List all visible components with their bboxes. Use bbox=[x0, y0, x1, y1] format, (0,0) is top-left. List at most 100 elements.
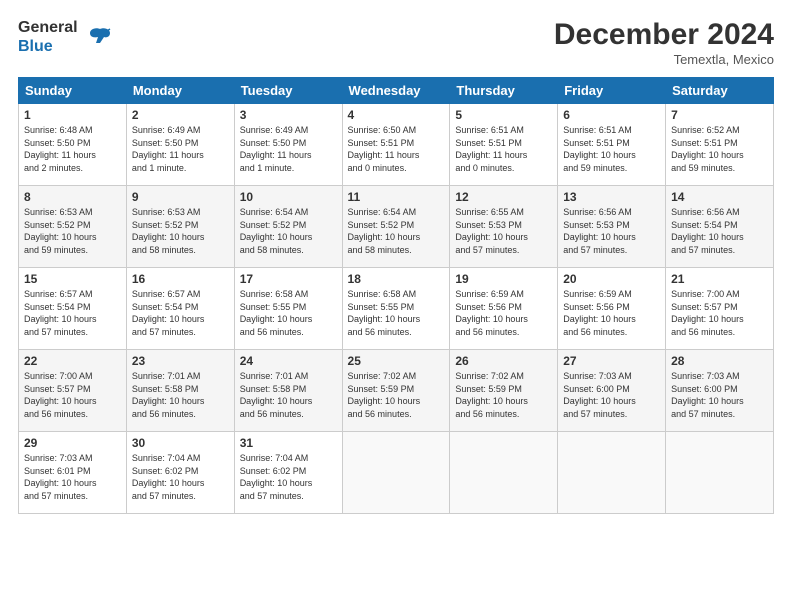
day-info: Sunrise: 7:03 AM Sunset: 6:00 PM Dayligh… bbox=[563, 370, 660, 420]
day-number: 3 bbox=[240, 108, 337, 122]
calendar-cell: 21 Sunrise: 7:00 AM Sunset: 5:57 PM Dayli… bbox=[666, 268, 774, 350]
day-info: Sunrise: 6:48 AM Sunset: 5:50 PM Dayligh… bbox=[24, 124, 121, 174]
calendar-cell: 31 Sunrise: 7:04 AM Sunset: 6:02 PM Dayli… bbox=[234, 432, 342, 514]
day-number: 15 bbox=[24, 272, 121, 286]
day-number: 19 bbox=[455, 272, 552, 286]
calendar-cell bbox=[450, 432, 558, 514]
calendar-cell bbox=[342, 432, 450, 514]
day-number: 6 bbox=[563, 108, 660, 122]
day-number: 31 bbox=[240, 436, 337, 450]
day-info: Sunrise: 6:58 AM Sunset: 5:55 PM Dayligh… bbox=[240, 288, 337, 338]
day-info: Sunrise: 7:04 AM Sunset: 6:02 PM Dayligh… bbox=[132, 452, 229, 502]
day-number: 8 bbox=[24, 190, 121, 204]
day-number: 13 bbox=[563, 190, 660, 204]
calendar-cell bbox=[666, 432, 774, 514]
calendar-cell: 22 Sunrise: 7:00 AM Sunset: 5:57 PM Dayli… bbox=[19, 350, 127, 432]
day-info: Sunrise: 6:52 AM Sunset: 5:51 PM Dayligh… bbox=[671, 124, 768, 174]
day-info: Sunrise: 6:54 AM Sunset: 5:52 PM Dayligh… bbox=[240, 206, 337, 256]
day-info: Sunrise: 7:00 AM Sunset: 5:57 PM Dayligh… bbox=[24, 370, 121, 420]
calendar-cell: 26 Sunrise: 7:02 AM Sunset: 5:59 PM Dayli… bbox=[450, 350, 558, 432]
calendar-cell: 1 Sunrise: 6:48 AM Sunset: 5:50 PM Daylig… bbox=[19, 104, 127, 186]
day-number: 27 bbox=[563, 354, 660, 368]
day-number: 30 bbox=[132, 436, 229, 450]
day-number: 21 bbox=[671, 272, 768, 286]
day-number: 28 bbox=[671, 354, 768, 368]
day-info: Sunrise: 6:54 AM Sunset: 5:52 PM Dayligh… bbox=[348, 206, 445, 256]
day-info: Sunrise: 7:01 AM Sunset: 5:58 PM Dayligh… bbox=[240, 370, 337, 420]
calendar-cell bbox=[558, 432, 666, 514]
logo-blue: Blue bbox=[18, 38, 53, 55]
header-wednesday: Wednesday bbox=[342, 78, 450, 104]
calendar-cell: 18Sunrise: 6:58 AM Sunset: 5:55 PM Dayli… bbox=[342, 268, 450, 350]
calendar-cell: 9 Sunrise: 6:53 AM Sunset: 5:52 PM Daylig… bbox=[126, 186, 234, 268]
week-row-2: 8 Sunrise: 6:53 AM Sunset: 5:52 PM Daylig… bbox=[19, 186, 774, 268]
calendar-cell: 19Sunrise: 6:59 AM Sunset: 5:56 PM Dayli… bbox=[450, 268, 558, 350]
calendar-cell: 27 Sunrise: 7:03 AM Sunset: 6:00 PM Dayli… bbox=[558, 350, 666, 432]
calendar-cell: 30 Sunrise: 7:04 AM Sunset: 6:02 PM Dayli… bbox=[126, 432, 234, 514]
day-info: Sunrise: 6:53 AM Sunset: 5:52 PM Dayligh… bbox=[132, 206, 229, 256]
day-info: Sunrise: 7:03 AM Sunset: 6:00 PM Dayligh… bbox=[671, 370, 768, 420]
day-number: 16 bbox=[132, 272, 229, 286]
logo-bird-icon bbox=[82, 21, 114, 53]
title-area: December 2024 Temextla, Mexico bbox=[554, 18, 774, 67]
day-info: Sunrise: 6:51 AM Sunset: 5:51 PM Dayligh… bbox=[563, 124, 660, 174]
day-info: Sunrise: 7:02 AM Sunset: 5:59 PM Dayligh… bbox=[348, 370, 445, 420]
calendar-cell: 15 Sunrise: 6:57 AM Sunset: 5:54 PM Dayli… bbox=[19, 268, 127, 350]
location: Temextla, Mexico bbox=[554, 52, 774, 67]
logo-general: General bbox=[18, 19, 78, 36]
week-row-3: 15 Sunrise: 6:57 AM Sunset: 5:54 PM Dayli… bbox=[19, 268, 774, 350]
day-number: 4 bbox=[348, 108, 445, 122]
day-number: 1 bbox=[24, 108, 121, 122]
day-info: Sunrise: 6:57 AM Sunset: 5:54 PM Dayligh… bbox=[132, 288, 229, 338]
day-number: 5 bbox=[455, 108, 552, 122]
calendar-cell: 28 Sunrise: 7:03 AM Sunset: 6:00 PM Dayli… bbox=[666, 350, 774, 432]
calendar-cell: 13Sunrise: 6:56 AM Sunset: 5:53 PM Dayli… bbox=[558, 186, 666, 268]
calendar-cell: 3 Sunrise: 6:49 AM Sunset: 5:50 PM Daylig… bbox=[234, 104, 342, 186]
day-info: Sunrise: 6:49 AM Sunset: 5:50 PM Dayligh… bbox=[240, 124, 337, 174]
week-row-5: 29 Sunrise: 7:03 AM Sunset: 6:01 PM Dayli… bbox=[19, 432, 774, 514]
day-info: Sunrise: 7:01 AM Sunset: 5:58 PM Dayligh… bbox=[132, 370, 229, 420]
header-sunday: Sunday bbox=[19, 78, 127, 104]
day-info: Sunrise: 6:57 AM Sunset: 5:54 PM Dayligh… bbox=[24, 288, 121, 338]
day-number: 22 bbox=[24, 354, 121, 368]
weekday-header-row: Sunday Monday Tuesday Wednesday Thursday… bbox=[19, 78, 774, 104]
calendar-cell: 20Sunrise: 6:59 AM Sunset: 5:56 PM Dayli… bbox=[558, 268, 666, 350]
header-monday: Monday bbox=[126, 78, 234, 104]
day-info: Sunrise: 6:56 AM Sunset: 5:54 PM Dayligh… bbox=[671, 206, 768, 256]
day-number: 26 bbox=[455, 354, 552, 368]
day-info: Sunrise: 6:50 AM Sunset: 5:51 PM Dayligh… bbox=[348, 124, 445, 174]
day-number: 9 bbox=[132, 190, 229, 204]
day-number: 11 bbox=[348, 190, 445, 204]
calendar-cell: 7Sunrise: 6:52 AM Sunset: 5:51 PM Daylig… bbox=[666, 104, 774, 186]
logo-text: General Blue bbox=[18, 18, 78, 56]
calendar-cell: 8 Sunrise: 6:53 AM Sunset: 5:52 PM Daylig… bbox=[19, 186, 127, 268]
calendar-cell: 23Sunrise: 7:01 AM Sunset: 5:58 PM Dayli… bbox=[126, 350, 234, 432]
week-row-4: 22 Sunrise: 7:00 AM Sunset: 5:57 PM Dayli… bbox=[19, 350, 774, 432]
day-info: Sunrise: 6:53 AM Sunset: 5:52 PM Dayligh… bbox=[24, 206, 121, 256]
page: General Blue December 2024 Temextla, Mex… bbox=[0, 0, 792, 612]
day-number: 12 bbox=[455, 190, 552, 204]
day-number: 25 bbox=[348, 354, 445, 368]
day-number: 10 bbox=[240, 190, 337, 204]
calendar-cell: 5 Sunrise: 6:51 AM Sunset: 5:51 PM Daylig… bbox=[450, 104, 558, 186]
calendar-cell: 4 Sunrise: 6:50 AM Sunset: 5:51 PM Daylig… bbox=[342, 104, 450, 186]
day-number: 29 bbox=[24, 436, 121, 450]
month-title: December 2024 bbox=[554, 18, 774, 52]
calendar-cell: 2Sunrise: 6:49 AM Sunset: 5:50 PM Daylig… bbox=[126, 104, 234, 186]
day-info: Sunrise: 7:03 AM Sunset: 6:01 PM Dayligh… bbox=[24, 452, 121, 502]
header-thursday: Thursday bbox=[450, 78, 558, 104]
day-info: Sunrise: 6:51 AM Sunset: 5:51 PM Dayligh… bbox=[455, 124, 552, 174]
calendar-cell: 14 Sunrise: 6:56 AM Sunset: 5:54 PM Dayli… bbox=[666, 186, 774, 268]
header-tuesday: Tuesday bbox=[234, 78, 342, 104]
day-info: Sunrise: 6:55 AM Sunset: 5:53 PM Dayligh… bbox=[455, 206, 552, 256]
header-friday: Friday bbox=[558, 78, 666, 104]
calendar-cell: 16 Sunrise: 6:57 AM Sunset: 5:54 PM Dayli… bbox=[126, 268, 234, 350]
day-info: Sunrise: 6:58 AM Sunset: 5:55 PM Dayligh… bbox=[348, 288, 445, 338]
week-row-1: 1 Sunrise: 6:48 AM Sunset: 5:50 PM Daylig… bbox=[19, 104, 774, 186]
calendar-cell: 6 Sunrise: 6:51 AM Sunset: 5:51 PM Daylig… bbox=[558, 104, 666, 186]
day-info: Sunrise: 7:02 AM Sunset: 5:59 PM Dayligh… bbox=[455, 370, 552, 420]
day-info: Sunrise: 7:04 AM Sunset: 6:02 PM Dayligh… bbox=[240, 452, 337, 502]
day-number: 14 bbox=[671, 190, 768, 204]
calendar-cell: 24Sunrise: 7:01 AM Sunset: 5:58 PM Dayli… bbox=[234, 350, 342, 432]
day-info: Sunrise: 7:00 AM Sunset: 5:57 PM Dayligh… bbox=[671, 288, 768, 338]
